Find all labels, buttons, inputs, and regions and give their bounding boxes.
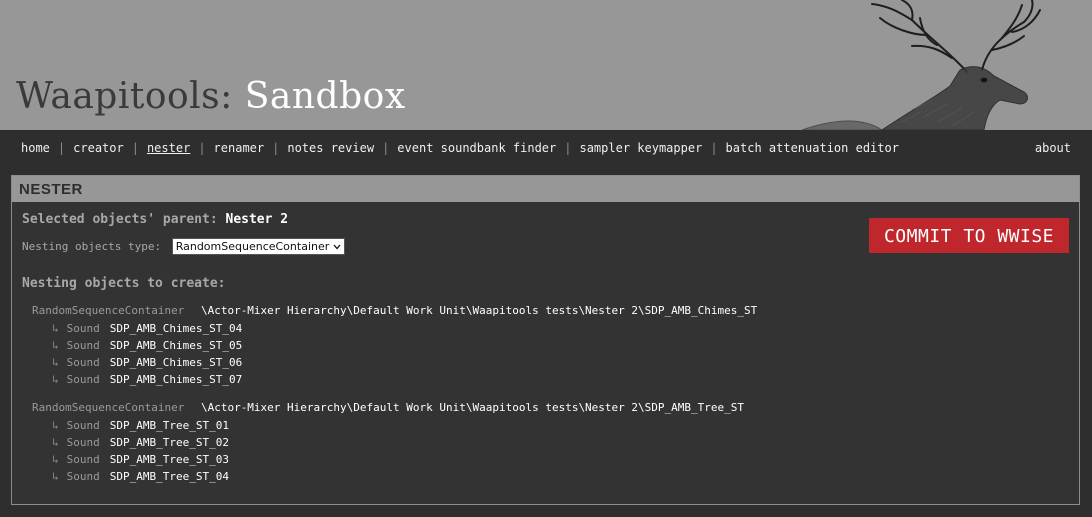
nav-separator: |: [272, 141, 280, 155]
header: Waapitools: Sandbox: [0, 0, 1092, 130]
commit-button[interactable]: COMMIT TO WWISE: [869, 218, 1069, 253]
panel-heading: NESTER: [12, 176, 1079, 202]
group-header: RandomSequenceContainer \Actor-Mixer Hie…: [32, 302, 757, 319]
list-item: ↳ Sound SDP_AMB_Chimes_ST_04: [32, 320, 757, 337]
list-item: ↳ Sound SDP_AMB_Tree_ST_01: [32, 417, 744, 434]
parent-value: Nester 2: [225, 212, 289, 227]
nest-group: RandomSequenceContainer \Actor-Mixer Hie…: [32, 399, 744, 485]
child-name: SDP_AMB_Chimes_ST_05: [109, 339, 243, 352]
child-name: SDP_AMB_Tree_ST_03: [109, 453, 229, 466]
nav-separator: |: [131, 141, 139, 155]
nav-batch-attenuation-editor[interactable]: batch attenuation editor: [726, 141, 899, 155]
nav-separator: |: [198, 141, 206, 155]
nav-sampler-keymapper[interactable]: sampler keymapper: [579, 141, 702, 155]
child-name: SDP_AMB_Tree_ST_02: [109, 436, 229, 449]
nav-notes-review[interactable]: notes review: [287, 141, 374, 155]
list-item: ↳ Sound SDP_AMB_Chimes_ST_07: [32, 371, 757, 388]
nav-event-soundbank-finder[interactable]: event soundbank finder: [397, 141, 556, 155]
parent-label: Selected objects' parent:: [22, 212, 218, 227]
nav-separator: |: [564, 141, 572, 155]
list-item: ↳ Sound SDP_AMB_Chimes_ST_06: [32, 354, 757, 371]
type-select-value: RandomSequenceContainer: [175, 240, 330, 253]
chevron-down-icon: [333, 244, 341, 250]
child-type: Sound: [66, 322, 100, 335]
title-suffix: Sandbox: [244, 76, 406, 117]
child-type: Sound: [66, 436, 100, 449]
child-arrow-icon: ↳: [52, 356, 59, 369]
to-create-label: Nesting objects to create:: [22, 276, 226, 291]
group-path: \Actor-Mixer Hierarchy\Default Work Unit…: [200, 401, 745, 414]
nav-home[interactable]: home: [21, 141, 50, 155]
child-name: SDP_AMB_Tree_ST_04: [109, 470, 229, 483]
child-arrow-icon: ↳: [52, 322, 59, 335]
list-item: ↳ Sound SDP_AMB_Chimes_ST_05: [32, 337, 757, 354]
child-arrow-icon: ↳: [52, 453, 59, 466]
child-type: Sound: [66, 419, 100, 432]
nav-separator: |: [710, 141, 718, 155]
child-type: Sound: [66, 373, 100, 386]
nav-separator: |: [382, 141, 390, 155]
list-item: ↳ Sound SDP_AMB_Tree_ST_03: [32, 451, 744, 468]
group-type: RandomSequenceContainer: [32, 401, 185, 414]
parent-line: Selected objects' parent: Nester 2: [22, 212, 288, 227]
group-header: RandomSequenceContainer \Actor-Mixer Hie…: [32, 399, 744, 416]
child-name: SDP_AMB_Tree_ST_01: [109, 419, 229, 432]
type-line: Nesting objects type: RandomSequenceCont…: [22, 238, 345, 255]
child-type: Sound: [66, 453, 100, 466]
child-name: SDP_AMB_Chimes_ST_04: [109, 322, 243, 335]
child-arrow-icon: ↳: [52, 470, 59, 483]
child-arrow-icon: ↳: [52, 373, 59, 386]
child-arrow-icon: ↳: [52, 419, 59, 432]
type-select[interactable]: RandomSequenceContainer: [171, 238, 345, 255]
child-name: SDP_AMB_Chimes_ST_06: [109, 356, 243, 369]
title-prefix: Waapitools:: [16, 76, 233, 117]
list-item: ↳ Sound SDP_AMB_Tree_ST_02: [32, 434, 744, 451]
nav-nester[interactable]: nester: [147, 141, 190, 155]
child-type: Sound: [66, 339, 100, 352]
elk-illustration-icon: [801, 0, 1041, 130]
top-nav: home | creator | nester | renamer | notes review…: [0, 130, 1092, 166]
nav-renamer[interactable]: renamer: [214, 141, 265, 155]
type-label: Nesting objects type:: [22, 240, 162, 253]
page-title: Waapitools: Sandbox: [16, 76, 406, 117]
child-name: SDP_AMB_Chimes_ST_07: [109, 373, 243, 386]
nav-separator: |: [57, 141, 66, 155]
child-arrow-icon: ↳: [52, 339, 59, 352]
nav-creator[interactable]: creator: [73, 141, 124, 155]
child-type: Sound: [66, 356, 100, 369]
nav-about[interactable]: about: [1035, 141, 1071, 155]
group-type: RandomSequenceContainer: [32, 304, 185, 317]
child-arrow-icon: ↳: [52, 436, 59, 449]
nest-group: RandomSequenceContainer \Actor-Mixer Hie…: [32, 302, 757, 388]
child-type: Sound: [66, 470, 100, 483]
group-path: \Actor-Mixer Hierarchy\Default Work Unit…: [200, 304, 758, 317]
nester-panel: NESTER Selected objects' parent: Nester …: [11, 175, 1080, 505]
list-item: ↳ Sound SDP_AMB_Tree_ST_04: [32, 468, 744, 485]
